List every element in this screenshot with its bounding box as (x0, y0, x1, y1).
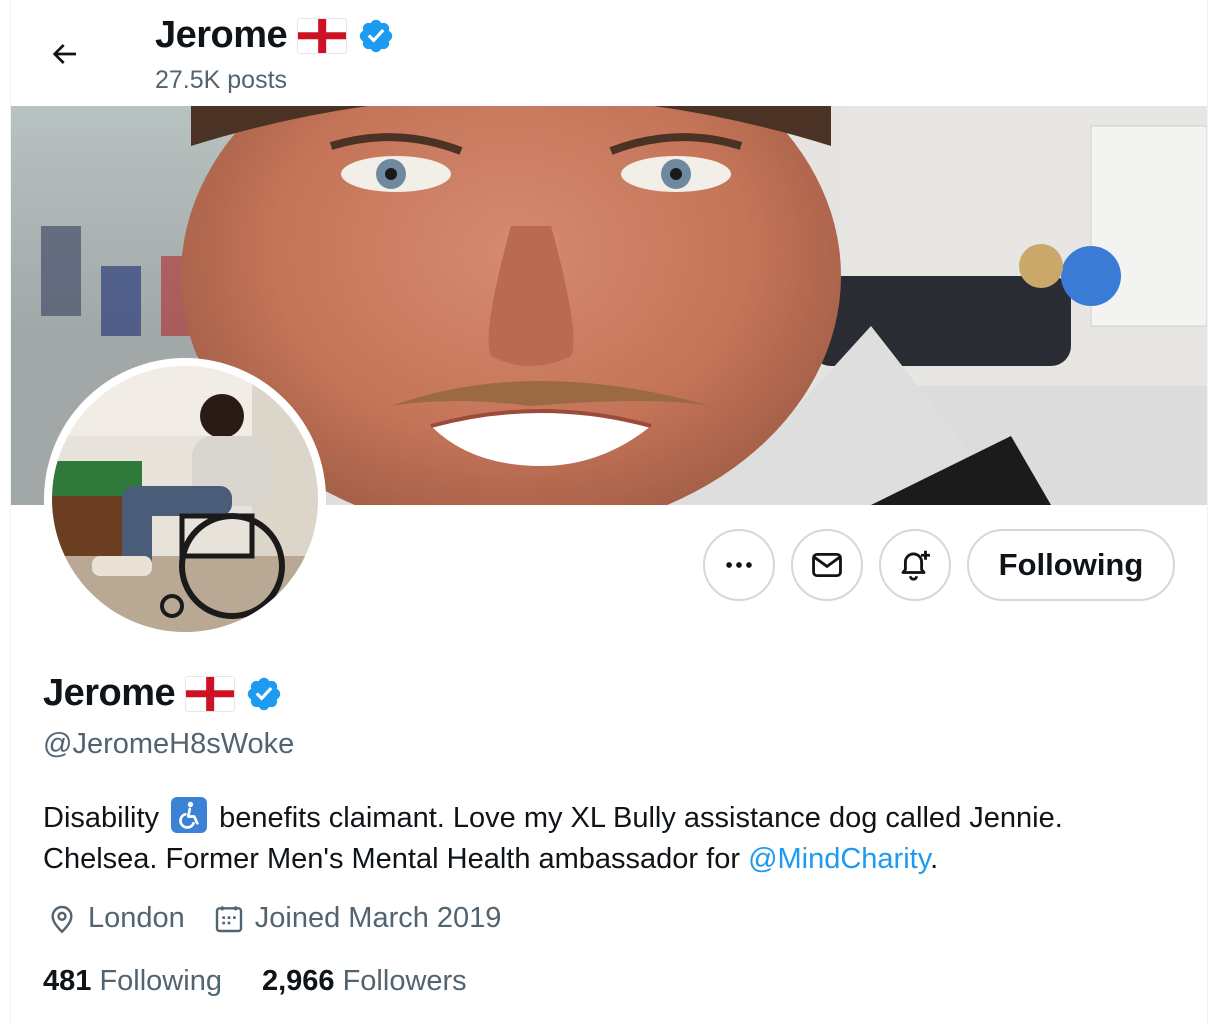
calendar-icon (215, 905, 242, 932)
profile-stats: 481 Following 2,966 Followers (43, 965, 507, 998)
bio-text: Disability (43, 802, 160, 834)
more-dots-icon (726, 562, 752, 568)
profile-meta: London Joined March 2019 (46, 902, 529, 935)
joined-text: Joined March 2019 (254, 902, 502, 934)
followers-count: 2,966 (261, 965, 335, 997)
profile-name-row: Jerome (43, 672, 283, 715)
profile-location: London (46, 902, 185, 935)
following-button[interactable]: Following (967, 529, 1175, 601)
message-button[interactable] (791, 529, 863, 601)
wheelchair-icon (171, 797, 208, 833)
back-button[interactable] (34, 24, 94, 84)
following-count-link[interactable]: 481 Following (43, 965, 222, 998)
england-flag-icon (185, 675, 236, 712)
followers-count-link[interactable]: 2,966 Followers (262, 965, 467, 998)
arrow-left-icon (52, 44, 76, 64)
location-text: London (88, 902, 185, 934)
location-pin-icon (51, 905, 73, 933)
bio-text-end: . (930, 843, 939, 875)
envelope-icon (812, 552, 842, 578)
followers-label: Followers (342, 965, 467, 997)
following-label: Following (99, 965, 222, 997)
england-flag-icon (297, 17, 348, 54)
following-count: 481 (43, 965, 92, 997)
header-display-name: Jerome (155, 14, 288, 56)
verified-badge-icon[interactable] (245, 675, 283, 713)
bell-plus-icon (901, 550, 930, 581)
profile-handle: @JeromeH8sWoke (43, 728, 295, 760)
header-name-row: Jerome (155, 14, 395, 57)
profile-avatar[interactable] (44, 358, 326, 640)
header-post-count: 27.5K posts (155, 66, 288, 94)
profile-bio: Disability benefits claimant. Love my XL… (43, 797, 1183, 880)
bio-mention-link[interactable]: @MindCharity (748, 843, 930, 875)
more-button[interactable] (703, 529, 775, 601)
notify-button[interactable] (879, 529, 951, 601)
verified-badge-icon[interactable] (357, 17, 395, 55)
profile-display-name: Jerome (43, 672, 176, 714)
profile-joined-date: Joined March 2019 (213, 902, 502, 935)
